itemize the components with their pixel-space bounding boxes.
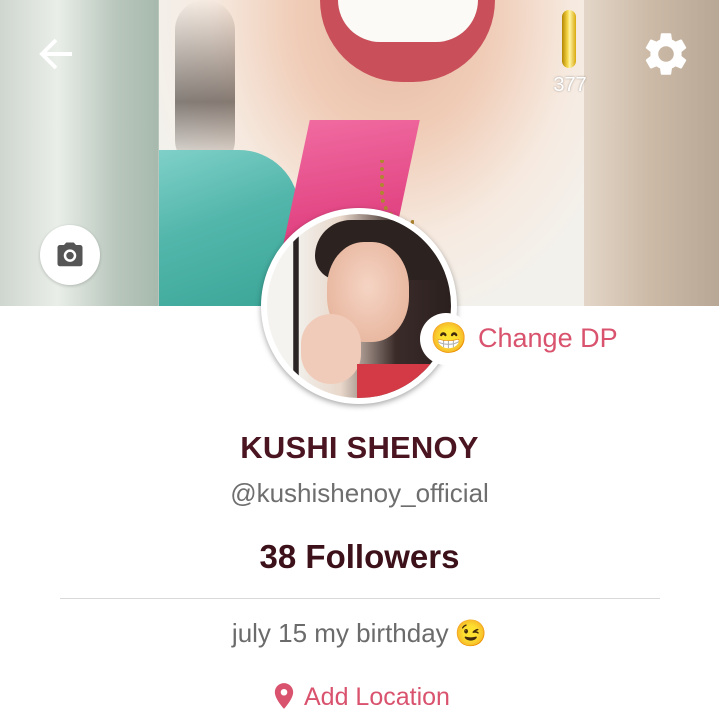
settings-button[interactable]: [640, 28, 692, 80]
winking-emoji-icon: 😉: [454, 618, 488, 648]
cover-photo-teeth: [338, 0, 478, 42]
avatar-hand: [301, 314, 361, 384]
map-pin-icon: [274, 683, 294, 709]
add-location-label: Add Location: [304, 683, 450, 711]
divider: [60, 598, 660, 599]
bio-text: july 15 my birthday: [231, 618, 449, 648]
grinning-emoji-icon: 😁: [430, 322, 468, 355]
change-dp-label: Change DP: [478, 323, 618, 353]
avatar-photo: [267, 214, 451, 398]
back-button[interactable]: [32, 30, 80, 78]
followers-count[interactable]: 38 Followers: [0, 538, 719, 576]
avatar-red-top: [357, 364, 451, 398]
profile-bio: july 15 my birthday 😉: [0, 618, 719, 649]
gear-icon: [645, 33, 687, 75]
coin-count: 377: [553, 74, 587, 96]
profile-avatar[interactable]: [261, 208, 457, 404]
change-cover-button[interactable]: [40, 225, 100, 285]
change-dp-emoji-badge: 😁: [420, 313, 472, 365]
arrow-left-icon: [39, 38, 72, 70]
profile-name: KUSHI SHENOY: [240, 430, 479, 465]
gold-coin-icon: [562, 10, 576, 68]
coin-balance[interactable]: 377: [548, 8, 592, 98]
camera-icon: [57, 242, 83, 267]
cover-photo-hair: [175, 0, 235, 170]
profile-handle: @kushishenoy_official: [230, 478, 489, 508]
